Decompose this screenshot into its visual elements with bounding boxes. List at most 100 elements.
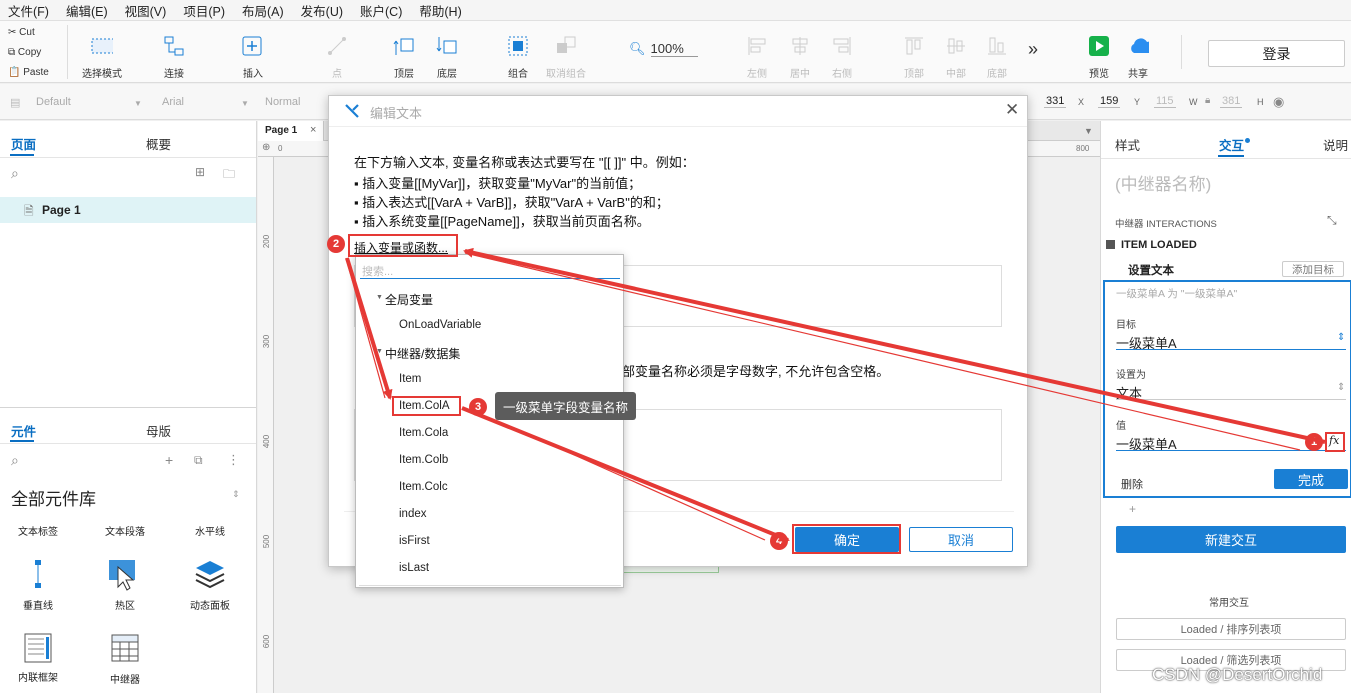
add-target-button[interactable]: 添加目标 [1282, 261, 1344, 277]
share-button[interactable]: 共享 [1127, 35, 1149, 80]
y-input[interactable]: 159 [1098, 95, 1121, 108]
align-right-button[interactable]: 右侧 [831, 35, 853, 80]
align-bottom-button[interactable]: 底部 [986, 35, 1008, 80]
widget-hotspot[interactable]: 热区 [95, 597, 155, 612]
align-bottom-icon [986, 35, 1008, 57]
collapse-icon[interactable] [1106, 240, 1115, 249]
search-icon[interactable]: ⌕ [11, 165, 19, 182]
weight-select[interactable]: Normal [265, 96, 300, 108]
more-icon[interactable]: ⋮ [227, 452, 240, 468]
align-top-button[interactable]: 顶部 [903, 35, 925, 80]
tab-masters[interactable]: 母版 [146, 421, 171, 440]
search-icon: 🔍︎ [629, 41, 646, 56]
x-input[interactable]: 331 [1044, 95, 1067, 108]
height-input[interactable]: 381 [1220, 95, 1243, 108]
menu-edit[interactable]: 编辑(E) [66, 1, 108, 20]
widget-repeater[interactable]: 中继器 [95, 671, 155, 686]
style-select[interactable]: Default [36, 96, 71, 108]
tab-pages[interactable]: 页面 [11, 134, 36, 153]
new-interaction-button[interactable]: 新建交互 [1116, 526, 1346, 553]
login-button[interactable]: 登录 [1208, 40, 1345, 67]
group-global[interactable]: 全局变量 [385, 291, 433, 308]
align-left-icon [746, 35, 768, 57]
preview-button[interactable]: 预览 [1088, 35, 1110, 80]
plus-icon[interactable]: + [165, 452, 173, 468]
library-icon[interactable]: ⧉ [194, 453, 203, 468]
page-tab[interactable]: Page 1 × [258, 121, 324, 141]
align-left-button[interactable]: 左侧 [746, 35, 768, 80]
group-repeater[interactable]: 中继器/数据集 [385, 345, 460, 362]
menu-layout[interactable]: 布局(A) [242, 1, 284, 20]
menu-publish[interactable]: 发布(U) [301, 1, 343, 20]
list-item[interactable]: isFirst [399, 535, 430, 547]
lock-icon[interactable]: 🔒︎ [1205, 95, 1210, 106]
bring-to-front-button[interactable]: 顶层 [393, 35, 415, 80]
point-button[interactable]: 点 [326, 35, 348, 80]
eye-icon[interactable]: ◉ [1273, 94, 1284, 110]
tab-notes[interactable]: 说明 [1323, 135, 1348, 154]
divider [67, 25, 68, 79]
menu-file[interactable]: 文件(F) [8, 1, 49, 20]
zoom-control[interactable]: 🔍︎ 100% [629, 41, 698, 57]
group-button[interactable]: 组合 [507, 35, 529, 80]
connect-button[interactable]: 连接 [163, 35, 185, 80]
list-item[interactable]: Item [399, 373, 421, 385]
folder-icon[interactable]: 🗀 [223, 165, 235, 186]
align-center-button[interactable]: 居中 [789, 35, 811, 80]
list-item[interactable]: isLast [399, 562, 429, 574]
cancel-button[interactable]: 取消 [909, 527, 1013, 552]
list-item[interactable]: Item.Colc [399, 481, 448, 493]
action-title[interactable]: 设置文本 [1128, 262, 1174, 278]
tab-interactions[interactable]: 交互 [1219, 135, 1244, 154]
font-select[interactable]: Arial [162, 96, 184, 108]
event-title[interactable]: ITEM LOADED [1121, 239, 1197, 251]
close-icon[interactable]: ✕ [1005, 100, 1019, 120]
widget-vertical-line[interactable]: 垂直线 [8, 597, 68, 612]
library-select[interactable]: 全部元件库 [11, 485, 96, 510]
copy-button[interactable]: ⧉ Copy [8, 47, 41, 58]
highlight-item-cola [392, 396, 461, 416]
dropdown-search-input[interactable]: 搜索... [360, 261, 620, 279]
caret-down-icon[interactable]: ▼ [376, 348, 383, 355]
tab-style[interactable]: 样式 [1115, 135, 1140, 154]
widget-text-label[interactable]: 文本标签 [8, 523, 68, 538]
search-icon[interactable]: ⌕ [11, 452, 19, 469]
plus-icon[interactable]: + [1129, 502, 1136, 516]
expand-icon[interactable]: ⤡ [1327, 213, 1337, 228]
menu-view[interactable]: 视图(V) [125, 1, 167, 20]
align-middle-button[interactable]: 中部 [945, 35, 967, 80]
menu-project[interactable]: 项目(P) [183, 1, 225, 20]
select-mode-button[interactable]: 选择模式 [82, 35, 122, 80]
close-icon[interactable]: × [310, 124, 316, 136]
cut-button[interactable]: ✂ Cut [8, 27, 35, 38]
send-to-back-button[interactable]: 底层 [436, 35, 458, 80]
widget-inline-frame[interactable]: 内联框架 [8, 669, 68, 684]
list-item[interactable]: Item.Cola [399, 427, 448, 439]
tab-outline[interactable]: 概要 [146, 134, 171, 153]
caret-down-icon[interactable]: ▼ [376, 294, 383, 301]
add-page-icon[interactable]: ⊞ [195, 165, 205, 179]
menu-help[interactable]: 帮助(H) [419, 1, 461, 20]
list-item[interactable]: Item.Colb [399, 454, 448, 466]
menu-account[interactable]: 账户(C) [360, 1, 402, 20]
align-top-icon [903, 35, 925, 57]
delete-link[interactable]: 删除 [1121, 476, 1143, 492]
done-button[interactable]: 完成 [1274, 469, 1348, 489]
fx-icon[interactable]: fx [1329, 434, 1339, 447]
width-input[interactable]: 115 [1154, 95, 1176, 108]
more-tools-button[interactable]: » [1028, 39, 1038, 60]
list-item[interactable]: index [399, 508, 427, 520]
ungroup-button[interactable]: 取消组合 [546, 35, 586, 80]
paste-button[interactable]: 📋 Paste [8, 67, 49, 78]
common-sort-button[interactable]: Loaded / 排序列表项 [1116, 618, 1346, 640]
list-item[interactable]: OnLoadVariable [399, 319, 481, 331]
insert-button[interactable]: 插入 [242, 35, 264, 80]
repeater-name-input[interactable]: (中继器名称) [1115, 170, 1211, 195]
widget-dynamic-panel[interactable]: 动态面板 [180, 597, 240, 612]
widget-paragraph[interactable]: 文本段落 [95, 523, 155, 538]
page-item[interactable]: 🗎 Page 1 [0, 197, 256, 223]
tab-widgets[interactable]: 元件 [11, 421, 36, 440]
send-back-icon [436, 35, 458, 57]
widget-horizontal-line[interactable]: 水平线 [180, 523, 240, 538]
chevron-down-icon[interactable]: ▼ [1084, 126, 1093, 136]
